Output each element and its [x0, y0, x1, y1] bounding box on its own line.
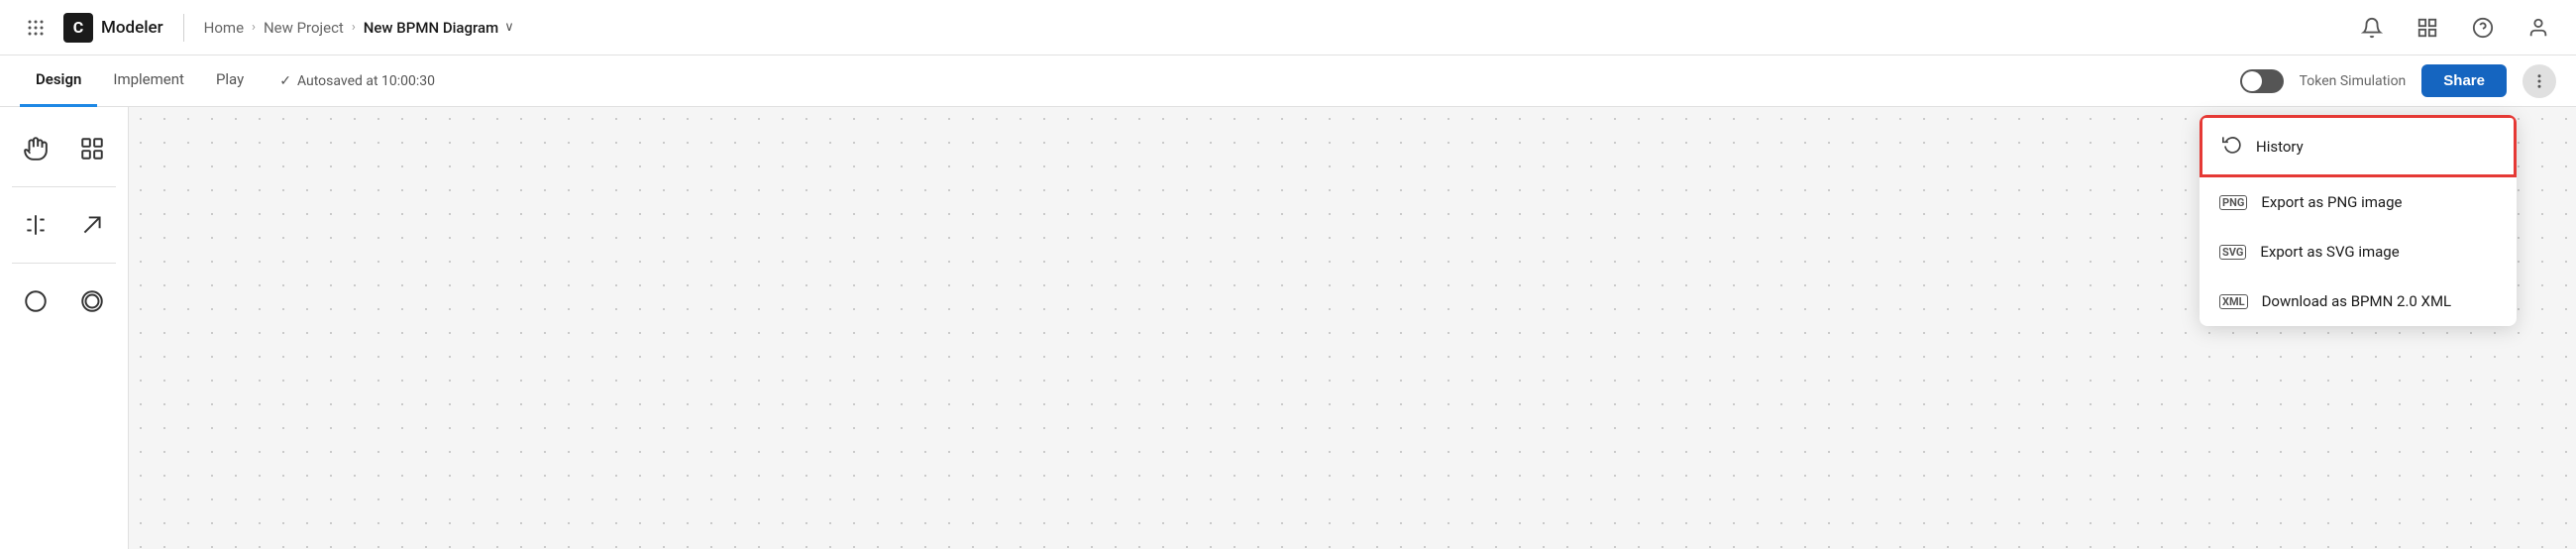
arrow-tool-button[interactable] [68, 199, 117, 251]
xml-icon: XML [2219, 294, 2248, 309]
svg-icon: SVG [2219, 245, 2246, 260]
tool-divider-2 [12, 263, 116, 264]
tool-row-3 [12, 275, 116, 327]
toolbar-right: Token Simulation Share [2240, 64, 2556, 98]
double-circle-tool-button[interactable] [68, 275, 117, 327]
tool-row-1 [12, 123, 116, 174]
grid-view-icon[interactable] [2410, 10, 2445, 46]
dropdown-item-history-label: History [2256, 138, 2304, 156]
app-logo: C Modeler [63, 13, 163, 43]
top-nav: C Modeler Home › New Project › New BPMN … [0, 0, 2576, 55]
png-icon: PNG [2219, 195, 2247, 210]
breadcrumb-current: New BPMN Diagram ∨ [364, 19, 514, 37]
dropdown-item-svg-label: Export as SVG image [2260, 243, 2399, 261]
canvas-dot-grid[interactable]: History PNG Export as PNG image SVG Expo… [129, 107, 2576, 549]
nav-right [2354, 10, 2556, 46]
share-button[interactable]: Share [2421, 64, 2507, 97]
notifications-icon[interactable] [2354, 10, 2390, 46]
select-tool-button[interactable] [68, 123, 117, 174]
breadcrumb-home[interactable]: Home [204, 19, 244, 37]
check-icon: ✓ [279, 73, 291, 89]
token-simulation-label: Token Simulation [2300, 73, 2407, 89]
tab-design[interactable]: Design [20, 55, 97, 107]
toggle-knob [2242, 71, 2262, 91]
more-options-button[interactable] [2522, 64, 2556, 98]
nav-divider [183, 14, 184, 42]
canvas-area: History PNG Export as PNG image SVG Expo… [0, 107, 2576, 549]
breadcrumb-sep1: › [252, 20, 256, 35]
app-grid-icon[interactable] [20, 12, 52, 44]
tool-divider-1 [12, 186, 116, 187]
history-icon [2222, 134, 2242, 159]
tab-implement[interactable]: Implement [97, 55, 200, 107]
dropdown-item-history[interactable]: History [2200, 115, 2517, 177]
chevron-down-icon[interactable]: ∨ [504, 20, 514, 35]
autosave-status: ✓ Autosaved at 10:00:30 [279, 73, 435, 89]
breadcrumb-project[interactable]: New Project [264, 19, 344, 37]
tab-play[interactable]: Play [200, 55, 260, 107]
breadcrumb: Home › New Project › New BPMN Diagram ∨ [204, 19, 514, 37]
dropdown-item-xml-label: Download as BPMN 2.0 XML [2262, 292, 2452, 310]
user-icon[interactable] [2521, 10, 2556, 46]
tool-row-2 [12, 199, 116, 251]
dropdown-item-download-xml[interactable]: XML Download as BPMN 2.0 XML [2200, 276, 2517, 326]
breadcrumb-sep2: › [352, 20, 356, 35]
split-tool-button[interactable] [12, 199, 60, 251]
left-toolbar [0, 107, 129, 549]
dropdown-item-png-label: Export as PNG image [2261, 193, 2402, 211]
dropdown-menu: History PNG Export as PNG image SVG Expo… [2200, 115, 2517, 326]
app-name: Modeler [101, 18, 163, 38]
toolbar-bar: Design Implement Play ✓ Autosaved at 10:… [0, 55, 2576, 107]
dropdown-item-export-svg[interactable]: SVG Export as SVG image [2200, 227, 2517, 276]
dropdown-item-export-png[interactable]: PNG Export as PNG image [2200, 177, 2517, 227]
help-icon[interactable] [2465, 10, 2501, 46]
token-simulation-toggle[interactable] [2240, 69, 2284, 93]
logo-box: C [63, 13, 93, 43]
hand-tool-button[interactable] [12, 123, 60, 174]
circle-tool-button[interactable] [12, 275, 60, 327]
